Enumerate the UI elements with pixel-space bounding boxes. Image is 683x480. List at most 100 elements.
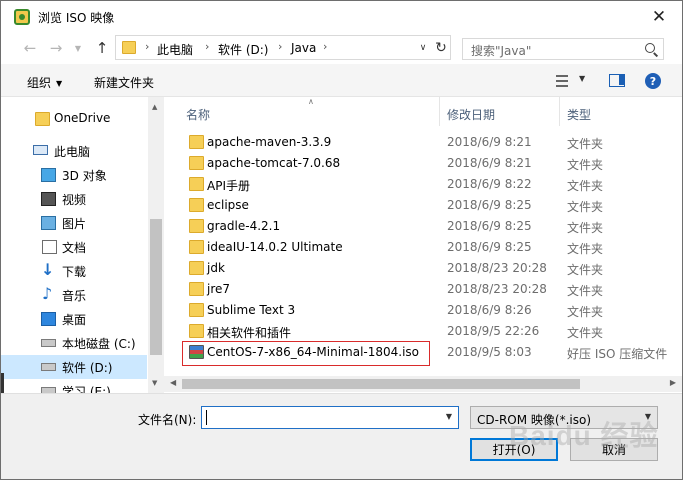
column-header-label: 类型 bbox=[567, 108, 592, 122]
scroll-right-icon[interactable]: ▶ bbox=[670, 378, 676, 387]
file-date: 2018/8/23 20:28 bbox=[447, 282, 547, 296]
folder-icon bbox=[189, 240, 204, 254]
address-dropdown-icon[interactable]: ∨ bbox=[415, 37, 431, 58]
search-placeholder: 搜索"Java" bbox=[471, 44, 532, 58]
sidebar-item-drive-c[interactable]: 本地磁盘 (C:) bbox=[1, 331, 147, 355]
sidebar-item-videos[interactable]: 视频 bbox=[1, 187, 147, 211]
file-type: 好压 ISO 压缩文件 bbox=[567, 347, 668, 361]
refresh-icon[interactable]: ↻ bbox=[432, 37, 450, 58]
filename-input[interactable]: ▼ bbox=[201, 406, 459, 429]
file-name: API手册 bbox=[207, 179, 250, 193]
folder-icon bbox=[189, 261, 204, 275]
horizontal-scrollbar[interactable]: ◀ ▶ bbox=[164, 376, 682, 392]
preview-pane-icon[interactable] bbox=[609, 74, 625, 87]
back-arrow-icon[interactable]: ← bbox=[19, 38, 41, 58]
breadcrumb-separator-icon[interactable]: › bbox=[205, 40, 209, 53]
file-date: 2018/6/9 8:26 bbox=[447, 303, 532, 317]
sidebar-item-drive-e[interactable]: 学习 (E:) bbox=[1, 379, 147, 393]
chevron-down-icon[interactable]: ▼ bbox=[446, 412, 452, 421]
breadcrumb-drive-d[interactable]: 软件 (D:) bbox=[218, 41, 268, 58]
scroll-up-icon[interactable]: ▲ bbox=[152, 103, 157, 111]
app-icon bbox=[14, 9, 30, 25]
file-date: 2018/6/9 8:22 bbox=[447, 177, 532, 191]
sidebar-item-label: 音乐 bbox=[62, 289, 87, 303]
sidebar-item-onedrive[interactable]: OneDrive bbox=[1, 107, 147, 131]
filename-label: 文件名(N): bbox=[138, 413, 197, 427]
breadcrumb-separator-icon[interactable]: › bbox=[278, 40, 282, 53]
sidebar-item-desktop[interactable]: 桌面 bbox=[1, 307, 147, 331]
sidebar-item-downloads[interactable]: 下载 bbox=[1, 259, 147, 283]
sidebar-item-label: OneDrive bbox=[54, 111, 111, 125]
file-type: 文件夹 bbox=[567, 284, 604, 298]
sidebar-item-label: 3D 对象 bbox=[62, 169, 107, 183]
recent-locations-chevron-icon[interactable]: ▼ bbox=[67, 38, 89, 58]
up-arrow-icon[interactable]: ↑ bbox=[91, 38, 113, 58]
folder-icon bbox=[189, 156, 204, 170]
sidebar-scrollbar[interactable]: ▲ ▼ bbox=[148, 97, 164, 393]
folder-icon bbox=[189, 282, 204, 296]
column-header-label: 名称 bbox=[186, 108, 211, 122]
file-row[interactable]: 相关软件和插件 2018/9/5 22:26 文件夹 bbox=[180, 321, 680, 342]
file-name: Sublime Text 3 bbox=[207, 303, 296, 317]
column-header-date[interactable]: 修改日期 bbox=[440, 97, 559, 126]
file-date: 2018/8/23 20:28 bbox=[447, 261, 547, 275]
organize-button[interactable]: 组织 ▼ bbox=[27, 74, 62, 91]
breadcrumb-java[interactable]: Java bbox=[291, 41, 316, 55]
sidebar-item-pictures[interactable]: 图片 bbox=[1, 211, 147, 235]
scrollbar-thumb[interactable] bbox=[150, 219, 162, 355]
sidebar-item-3d-objects[interactable]: 3D 对象 bbox=[1, 163, 147, 187]
sidebar-item-this-pc[interactable]: 此电脑 bbox=[1, 139, 147, 163]
file-row[interactable]: ideaIU-14.0.2 Ultimate 2018/6/9 8:25 文件夹 bbox=[180, 237, 680, 258]
view-options-icon[interactable] bbox=[556, 75, 568, 87]
breadcrumb-separator-icon[interactable]: › bbox=[323, 40, 327, 53]
breadcrumb-this-pc[interactable]: 此电脑 bbox=[157, 41, 193, 58]
scroll-left-icon[interactable]: ◀ bbox=[170, 378, 176, 387]
file-row[interactable]: apache-maven-3.3.9 2018/6/9 8:21 文件夹 bbox=[180, 132, 680, 153]
sidebar-item-drive-d[interactable]: 软件 (D:) bbox=[1, 355, 147, 379]
scroll-down-icon[interactable]: ▼ bbox=[152, 379, 157, 387]
column-header-type[interactable]: 类型 bbox=[560, 97, 680, 126]
sidebar-item-label: 学习 (E:) bbox=[62, 385, 111, 393]
annotation-highlight-box bbox=[182, 341, 430, 366]
file-row[interactable]: Sublime Text 3 2018/6/9 8:26 文件夹 bbox=[180, 300, 680, 321]
search-icon[interactable] bbox=[645, 43, 655, 53]
folder-icon bbox=[189, 219, 204, 233]
new-folder-button[interactable]: 新建文件夹 bbox=[94, 74, 154, 91]
forward-arrow-icon[interactable]: → bbox=[45, 38, 67, 58]
file-row[interactable]: jre7 2018/8/23 20:28 文件夹 bbox=[180, 279, 680, 300]
file-row[interactable]: gradle-4.2.1 2018/6/9 8:25 文件夹 bbox=[180, 216, 680, 237]
address-bar[interactable]: › 此电脑 › 软件 (D:) › Java › ∨ ↻ bbox=[115, 35, 451, 60]
file-date: 2018/9/5 22:26 bbox=[447, 324, 540, 338]
file-name: eclipse bbox=[207, 198, 249, 212]
breadcrumb-separator-icon[interactable]: › bbox=[145, 40, 149, 53]
video-icon bbox=[41, 192, 56, 206]
folder-icon bbox=[189, 177, 204, 191]
folder-icon bbox=[122, 41, 136, 54]
sidebar-item-label: 文档 bbox=[62, 241, 87, 255]
sidebar-item-music[interactable]: 音乐 bbox=[1, 283, 147, 307]
sidebar-item-label: 本地磁盘 (C:) bbox=[62, 337, 136, 351]
help-icon[interactable]: ? bbox=[645, 73, 661, 89]
sidebar-item-label: 桌面 bbox=[62, 313, 87, 327]
text-caret bbox=[206, 410, 207, 425]
drive-icon bbox=[41, 339, 56, 347]
file-row[interactable]: jdk 2018/8/23 20:28 文件夹 bbox=[180, 258, 680, 279]
background-window-edge bbox=[1, 373, 4, 393]
close-button[interactable]: ✕ bbox=[636, 1, 682, 32]
file-row[interactable]: apache-tomcat-7.0.68 2018/6/9 8:21 文件夹 bbox=[180, 153, 680, 174]
file-row[interactable]: API手册 2018/6/9 8:22 文件夹 bbox=[180, 174, 680, 195]
folder-icon bbox=[189, 198, 204, 212]
folder-icon bbox=[189, 324, 204, 338]
file-name: ideaIU-14.0.2 Ultimate bbox=[207, 240, 343, 254]
scrollbar-thumb[interactable] bbox=[182, 379, 580, 389]
file-name: jdk bbox=[207, 261, 225, 275]
file-date: 2018/6/9 8:21 bbox=[447, 135, 532, 149]
sidebar-item-documents[interactable]: 文档 bbox=[1, 235, 147, 259]
file-type: 文件夹 bbox=[567, 305, 604, 319]
column-header-name[interactable]: 名称 bbox=[180, 97, 439, 126]
search-input[interactable]: 搜索"Java" bbox=[462, 38, 664, 60]
sidebar-item-label: 此电脑 bbox=[54, 145, 91, 159]
file-row[interactable]: eclipse 2018/6/9 8:25 文件夹 bbox=[180, 195, 680, 216]
view-dropdown-icon[interactable]: ▼ bbox=[579, 74, 585, 83]
folder-icon bbox=[35, 112, 50, 126]
